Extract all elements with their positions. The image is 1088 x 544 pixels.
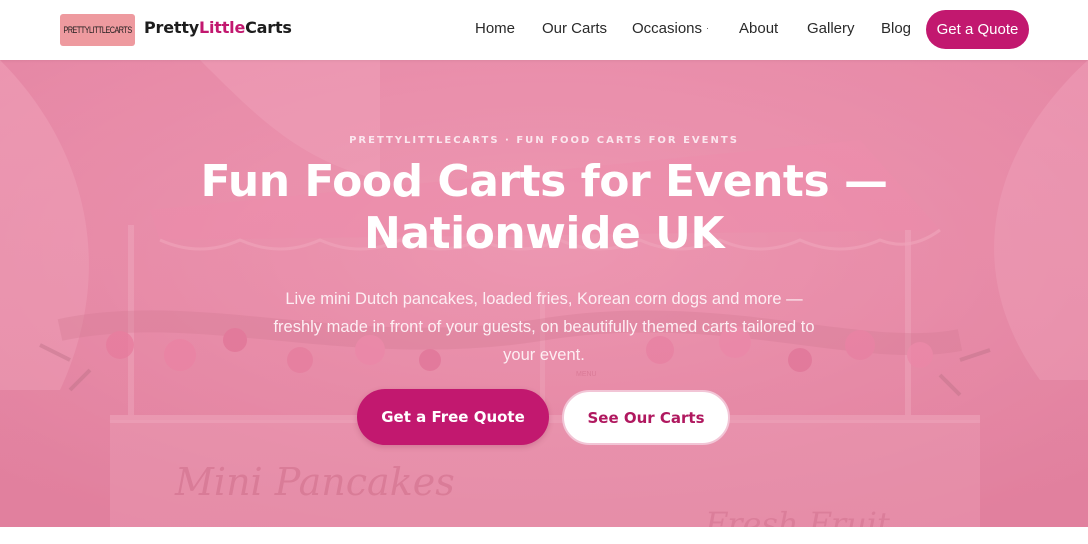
nav-item-gallery[interactable]: Gallery bbox=[807, 20, 855, 37]
dropdown-caret-icon: · bbox=[706, 23, 710, 33]
top-navbar: PRETTYLITTLECARTS PrettyLittleCarts Home… bbox=[0, 0, 1088, 60]
hero-title-line-2: Nationwide UK bbox=[364, 208, 724, 259]
next-section-edge bbox=[0, 527, 1088, 544]
hero-title-line-1: Fun Food Carts for Events — bbox=[200, 156, 888, 207]
brand-name-part: Pretty bbox=[144, 18, 199, 37]
hero-section: Mini Pancakes Fresh Fruit MENU PRETTYLIT… bbox=[0, 60, 1088, 527]
hero-subtitle: Live mini Dutch pancakes, loaded fries, … bbox=[273, 290, 815, 364]
get-free-quote-button[interactable]: Get a Free Quote bbox=[357, 389, 549, 445]
nav-item-home[interactable]: Home bbox=[475, 20, 515, 37]
logo-text: PRETTYLITTLECARTS bbox=[63, 25, 132, 35]
nav-item-occasions-label: Occasions bbox=[632, 20, 703, 37]
nav-item-our-carts[interactable]: Our Carts bbox=[542, 20, 607, 37]
brand-name[interactable]: PrettyLittleCarts bbox=[144, 18, 292, 37]
brand-logo[interactable]: PRETTYLITTLECARTS bbox=[60, 14, 135, 46]
hero-title: Fun Food Carts for Events — Nationwide U… bbox=[0, 156, 1088, 260]
nav-item-about[interactable]: About bbox=[739, 20, 778, 37]
brand-name-part: Carts bbox=[245, 18, 292, 37]
nav-item-blog[interactable]: Blog bbox=[881, 20, 911, 37]
see-our-carts-button[interactable]: See Our Carts bbox=[562, 390, 730, 445]
get-a-quote-button[interactable]: Get a Quote bbox=[926, 10, 1029, 49]
nav-item-occasions[interactable]: Occasions · bbox=[632, 20, 709, 37]
hero-eyebrow: PRETTYLITTLECARTS · FUN FOOD CARTS FOR E… bbox=[349, 135, 739, 146]
brand-name-accent: Little bbox=[199, 18, 246, 37]
